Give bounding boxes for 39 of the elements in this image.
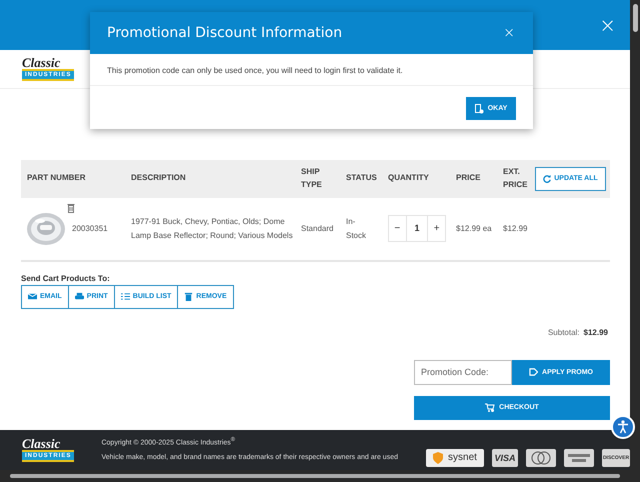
checklist-icon xyxy=(120,292,130,301)
description-cell-text: 1977-91 Buck, Chevy, Pontiac, Olds; Dome Lamp Base Reflector; Round; Various Models xyxy=(130,216,294,242)
mastercard-logo xyxy=(526,448,556,467)
close-button[interactable]: × xyxy=(499,26,519,40)
logo-text: Classic xyxy=(22,56,62,70)
status-cell-text: In-Stock xyxy=(346,216,368,242)
vertical-scrollbar[interactable] xyxy=(630,0,640,482)
cart-icon xyxy=(485,403,496,412)
price-cell-text: $12.99 ea xyxy=(455,222,493,235)
promo-code-field[interactable]: Promotion Code: xyxy=(414,360,512,384)
document-icon xyxy=(474,104,484,114)
printer-icon xyxy=(74,292,84,301)
amex-logo xyxy=(564,448,594,467)
column-header: PART NUMBER xyxy=(26,172,87,184)
column-header: PRICE xyxy=(455,172,482,184)
visa-logo: VISA xyxy=(492,448,518,467)
sysnet-badge: sysnet xyxy=(426,448,484,467)
column-header: STATUS xyxy=(345,172,378,184)
subtotal-label: Subtotal: xyxy=(548,328,580,336)
trash-icon[interactable] xyxy=(67,202,75,212)
tag-icon xyxy=(529,368,538,376)
part-number: 20030351 xyxy=(72,224,108,233)
accessibility-icon xyxy=(617,420,629,434)
close-button[interactable]: × xyxy=(595,14,620,35)
ext-price-cell-text: $12.99 xyxy=(502,222,528,235)
column-header: DESCRIPTION xyxy=(130,172,187,184)
column-header: QUANTITY xyxy=(387,172,430,184)
column-header: EXT. PRICE xyxy=(502,166,528,190)
refresh-icon xyxy=(543,174,552,182)
send-cart-label: Send Cart Products To: xyxy=(21,274,111,282)
modal-message: This promotion code can only be used once, you will need to login first to validate it. xyxy=(90,54,533,86)
logo-text: Classic xyxy=(22,437,62,450)
column-header: SHIP TYPE xyxy=(300,166,323,190)
envelope-icon xyxy=(28,292,37,301)
modal-title: Promotional Discount Information xyxy=(107,25,342,41)
ship-type-cell-text: Standard xyxy=(300,222,334,235)
horizontal-scrollbar[interactable] xyxy=(0,470,630,482)
trash-icon xyxy=(184,292,194,301)
subtotal-value: $12.99 xyxy=(584,328,608,336)
